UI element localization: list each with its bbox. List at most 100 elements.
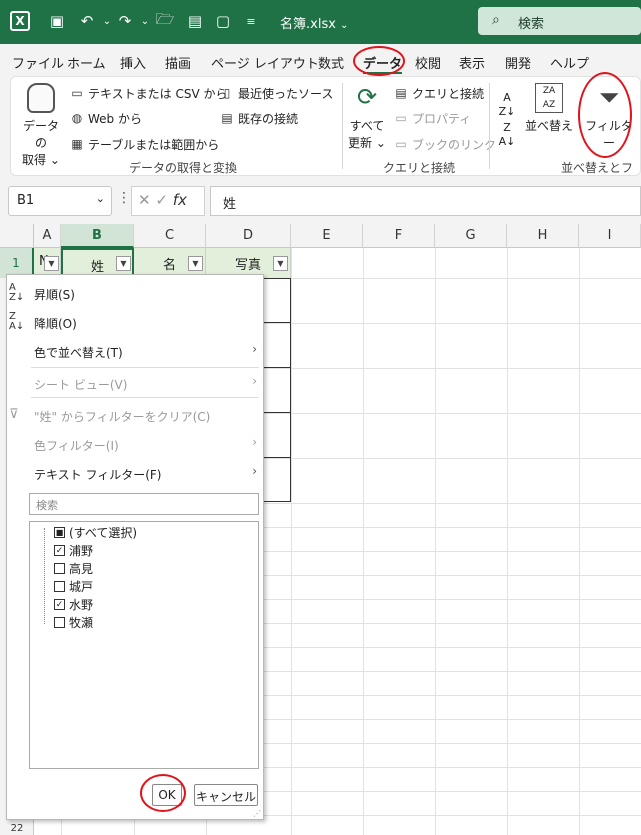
- group-label-queries: クエリと接続: [383, 161, 456, 175]
- cancel-button[interactable]: キャンセル: [194, 784, 258, 806]
- filter-item[interactable]: ✓ 浦野: [54, 542, 93, 559]
- filter-dropdown-c[interactable]: ▼: [188, 256, 203, 271]
- chevron-right-icon: ›: [252, 435, 257, 449]
- ribbon-separator: [342, 83, 343, 169]
- chevron-right-icon: ›: [252, 374, 257, 388]
- checkbox-unchecked[interactable]: [54, 617, 65, 628]
- new-file-icon[interactable]: ▢: [212, 10, 234, 32]
- sort-asc-icon: A Z↓: [9, 282, 25, 303]
- autofilter-menu: A Z↓ 昇順(S) Z A↓ 降順(O) 色で並べ替え(T) › シート ビュー(…: [6, 274, 264, 820]
- checkbox-unchecked[interactable]: [54, 581, 65, 592]
- formula-controls: ✕ ✓ fx: [131, 186, 205, 216]
- column-header-d[interactable]: D: [206, 224, 291, 248]
- tab-insert[interactable]: 挿入: [120, 53, 146, 72]
- tab-formulas[interactable]: 数式: [318, 53, 344, 72]
- tab-developer[interactable]: 開発: [505, 53, 531, 72]
- filter-item[interactable]: ✓ 水野: [54, 596, 93, 613]
- queries-connections-button[interactable]: ▤ クエリと接続: [393, 85, 484, 102]
- checkbox-checked[interactable]: ✓: [54, 545, 65, 556]
- filter-dropdown-b[interactable]: ▼: [116, 256, 131, 271]
- menu-separator: [31, 367, 259, 368]
- recent-sources-button[interactable]: ▯ 最近使ったソース: [219, 85, 334, 102]
- tab-review[interactable]: 校閲: [415, 53, 441, 72]
- filter-dropdown-a[interactable]: ▼: [44, 256, 59, 271]
- filter-item[interactable]: 高見: [54, 560, 93, 577]
- enter-icon[interactable]: ✓: [155, 191, 168, 209]
- get-data-label2: 取得: [22, 153, 47, 167]
- more-icon: ⋮: [117, 190, 131, 206]
- edit-links-button: ▭ ブックのリンク: [393, 136, 496, 153]
- menu-separator: [31, 397, 259, 398]
- refresh-all-label: すべて: [349, 119, 385, 133]
- undo-icon[interactable]: ↶: [76, 10, 98, 32]
- column-header-h[interactable]: H: [507, 224, 579, 248]
- select-all-corner[interactable]: [0, 224, 34, 248]
- file-title[interactable]: 名簿.xlsx ⌄: [280, 13, 348, 32]
- tab-help[interactable]: ヘルプ: [550, 53, 589, 72]
- database-icon: [27, 83, 55, 113]
- column-header-a[interactable]: A: [34, 224, 61, 248]
- get-data-button[interactable]: データの 取得 ⌄: [19, 83, 63, 168]
- save-icon[interactable]: ▣: [46, 10, 68, 32]
- column-header-g[interactable]: G: [435, 224, 507, 248]
- checkbox-checked[interactable]: ✓: [54, 599, 65, 610]
- filter-item[interactable]: 牧瀬: [54, 614, 93, 631]
- function-icon[interactable]: fx: [173, 191, 187, 209]
- column-header-c[interactable]: C: [134, 224, 206, 248]
- tab-draw[interactable]: 描画: [165, 53, 191, 72]
- checkbox-partial[interactable]: ■: [54, 527, 65, 538]
- redo-dropdown-icon[interactable]: ⌄: [134, 10, 156, 32]
- sort-asc-icon[interactable]: A Z↓: [495, 91, 519, 119]
- checkbox-unchecked[interactable]: [54, 563, 65, 574]
- tab-view[interactable]: 表示: [459, 53, 485, 72]
- filter-value-list: ■ (すべて選択) ✓ 浦野 高見 城戸 ✓ 水野 牧瀬: [29, 521, 259, 769]
- sort-desc-icon[interactable]: Z A↓: [495, 121, 519, 149]
- filter-dropdown-d[interactable]: ▼: [273, 256, 288, 271]
- from-text-csv-button[interactable]: ▭ テキストまたは CSV から: [69, 85, 227, 102]
- tab-file[interactable]: ファイル: [12, 53, 64, 72]
- name-box[interactable]: B1 ⌄: [8, 186, 112, 216]
- excel-logo-icon: X: [10, 11, 30, 31]
- formula-input[interactable]: 姓: [210, 186, 641, 216]
- column-header-i[interactable]: I: [579, 224, 641, 248]
- tree-line: [44, 528, 45, 624]
- globe-icon: ◍: [71, 110, 83, 125]
- column-header-f[interactable]: F: [363, 224, 435, 248]
- tab-home[interactable]: ホーム: [67, 53, 106, 72]
- sort-button[interactable]: ZA AZ 並べ替え: [525, 83, 573, 134]
- gridline: [435, 248, 436, 835]
- search-box[interactable]: ⌕ 検索: [478, 7, 641, 35]
- text-filter-item[interactable]: テキスト フィルター(F): [34, 466, 161, 483]
- sort-by-color-item[interactable]: 色で並べ替え(T): [34, 344, 123, 361]
- search-icon: ⌕: [492, 12, 500, 28]
- resize-grip-icon[interactable]: ⋰: [253, 809, 261, 818]
- properties-icon: ▭: [395, 110, 407, 125]
- row-header-last[interactable]: 22: [0, 823, 34, 835]
- from-table-range-button[interactable]: ▦ テーブルまたは範囲から: [69, 136, 219, 153]
- print-preview-icon[interactable]: ▤: [184, 10, 206, 32]
- from-web-button[interactable]: ◍ Web から: [69, 110, 142, 127]
- existing-connections-button[interactable]: ▤ 既存の接続: [219, 110, 298, 127]
- chevron-down-icon: ⌄: [95, 192, 105, 205]
- sort-ascending-item[interactable]: 昇順(S): [34, 286, 75, 303]
- highlight-circle-data-tab: [353, 46, 405, 76]
- gridline: [579, 248, 580, 835]
- sort-desc-icon: Z A↓: [9, 311, 25, 332]
- chevron-right-icon: ›: [252, 342, 257, 356]
- refresh-all-button[interactable]: ⟳ すべて 更新 ⌄: [347, 83, 387, 151]
- column-header-e[interactable]: E: [291, 224, 363, 248]
- open-folder-icon[interactable]: 🗁: [154, 10, 176, 32]
- links-icon: ▭: [395, 136, 407, 151]
- column-header-b[interactable]: B: [61, 224, 134, 248]
- ribbon-separator: [489, 83, 490, 169]
- sort-dialog-icon: ZA AZ: [535, 83, 563, 113]
- tab-page-layout[interactable]: ページ レイアウト: [211, 53, 319, 72]
- filter-search-input[interactable]: 検索: [29, 493, 259, 515]
- customize-qat-icon[interactable]: ≡: [240, 10, 262, 32]
- filter-item-select-all[interactable]: ■ (すべて選択): [54, 524, 137, 541]
- chevron-right-icon: ›: [252, 464, 257, 478]
- redo-icon[interactable]: ↷: [114, 10, 136, 32]
- filter-item[interactable]: 城戸: [54, 578, 93, 595]
- cancel-icon[interactable]: ✕: [138, 191, 151, 209]
- sort-descending-item[interactable]: 降順(O): [34, 315, 77, 332]
